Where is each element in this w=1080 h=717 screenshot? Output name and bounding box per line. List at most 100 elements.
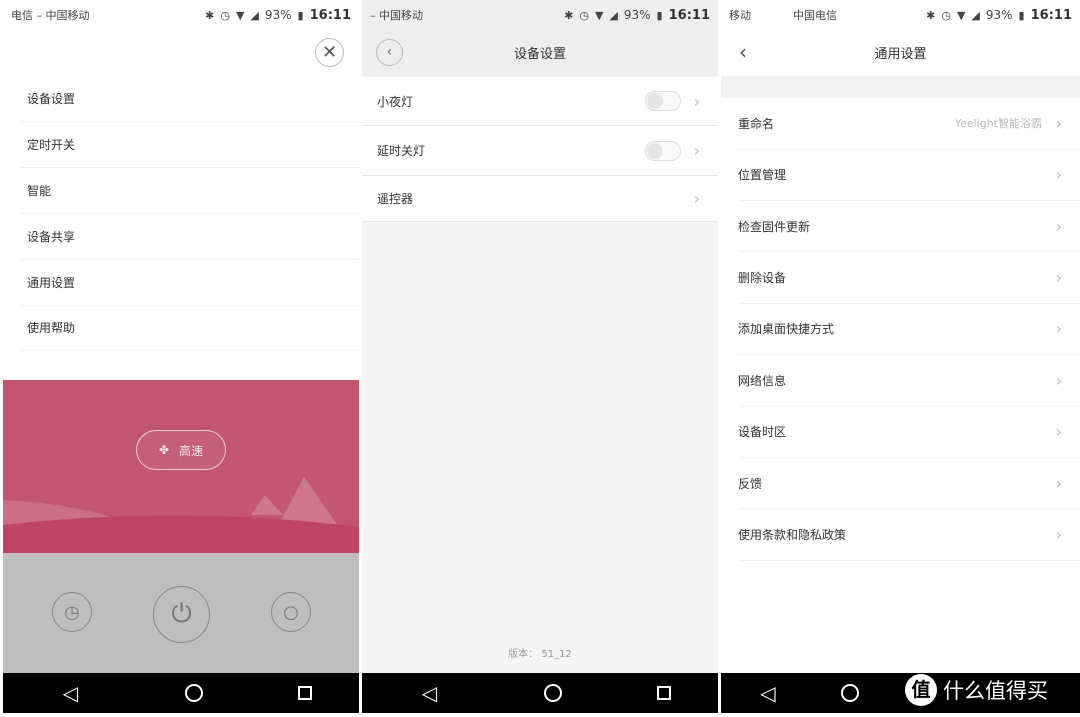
menu-label: 设备共享 xyxy=(27,230,76,244)
delay-off-toggle[interactable] xyxy=(645,140,681,161)
settings-row[interactable]: 位置管理 › xyxy=(738,149,1080,201)
carrier-label: – 中国移动 xyxy=(370,9,423,22)
wifi-icon: ▼ xyxy=(956,8,966,22)
row-label: 位置管理 xyxy=(738,168,787,183)
speed-label: 高速 xyxy=(179,443,204,458)
general-settings-screen: 移动 中国电信 ✱ ◷ ▼ ◢ 93% ▮ 16:11 ‹ 通用设置 重命名 Ye… xyxy=(721,0,1080,713)
page-title: 通用设置 xyxy=(874,47,927,62)
fan-speed-button[interactable]: ✤ 高速 xyxy=(136,430,226,470)
battery-percent: 93% xyxy=(623,8,651,22)
menu-label: 智能 xyxy=(27,184,52,198)
timer-button[interactable]: ◷ xyxy=(52,592,92,632)
close-button[interactable]: ✕ xyxy=(315,38,344,67)
alarm-icon: ◷ xyxy=(941,8,951,22)
section-divider xyxy=(721,76,1080,98)
alarm-icon: ◷ xyxy=(579,8,589,22)
back-nav-icon[interactable]: ◁ xyxy=(748,681,788,705)
version-label: 版本： 51_12 xyxy=(508,649,572,660)
row-delay-off[interactable]: 延时关灯 › xyxy=(362,126,718,176)
fan-icon: ✤ xyxy=(158,443,170,457)
bluetooth-icon: ✱ xyxy=(564,8,574,22)
settings-row[interactable]: 反馈 › xyxy=(738,458,1080,510)
recents-nav-icon[interactable] xyxy=(297,686,312,700)
clock-icon: ◷ xyxy=(64,601,80,623)
wifi-icon: ▼ xyxy=(235,8,245,22)
carrier-label: 中国电信 xyxy=(793,9,837,22)
row-remote[interactable]: 遥控器 › xyxy=(362,176,718,222)
alarm-icon: ◷ xyxy=(220,8,230,22)
home-nav-icon[interactable] xyxy=(543,684,562,702)
row-label: 反馈 xyxy=(738,476,763,491)
signal-icon: ◢ xyxy=(971,8,980,22)
device-menu-screen: 电信 – 中国移动 ✱ ◷ ▼ ◢ 93% ▮ 16:11 ✕ 设备设置 定时开… xyxy=(3,0,359,713)
settings-row[interactable]: 设备时区 › xyxy=(738,406,1080,458)
watermark-logo: 值 xyxy=(905,674,937,706)
menu-item-share[interactable]: 设备共享 xyxy=(21,214,359,260)
watermark-text: 什么值得买 xyxy=(943,679,1048,703)
light-button[interactable]: ○ xyxy=(271,592,311,632)
clock: 16:11 xyxy=(1030,7,1072,23)
chevron-right-icon: › xyxy=(1055,267,1062,287)
menu-label: 通用设置 xyxy=(27,276,76,290)
page-title: 设备设置 xyxy=(513,47,566,62)
device-settings-screen: – 中国移动 ✱ ◷ ▼ ◢ 93% ▮ 16:11 ‹ 设备设置 小夜灯 › … xyxy=(362,0,718,713)
settings-row[interactable]: 删除设备 › xyxy=(738,252,1080,304)
menu-item-smart[interactable]: 智能 xyxy=(21,168,359,214)
row-label: 检查固件更新 xyxy=(738,219,811,234)
row-value: Yeelight智能浴霸 xyxy=(954,117,1042,131)
power-button[interactable]: ⏻ xyxy=(153,586,210,643)
chevron-right-icon: › xyxy=(1055,165,1062,185)
status-bar: 移动 中国电信 ✱ ◷ ▼ ◢ 93% ▮ 16:11 xyxy=(721,0,1080,30)
battery-icon: ▮ xyxy=(297,8,304,22)
settings-row[interactable]: 使用条款和隐私政策 › xyxy=(738,509,1080,561)
watermark: 值 什么值得买 xyxy=(905,674,1048,706)
chevron-right-icon: › xyxy=(1055,524,1062,544)
back-nav-icon[interactable]: ◁ xyxy=(50,681,90,705)
night-light-toggle[interactable] xyxy=(645,91,681,111)
chevron-right-icon: › xyxy=(693,141,700,160)
carrier-label: 电信 – 中国移动 xyxy=(11,9,90,22)
home-nav-icon[interactable] xyxy=(184,684,203,702)
row-label: 删除设备 xyxy=(738,270,787,285)
row-night-light[interactable]: 小夜灯 › xyxy=(362,77,718,126)
chevron-right-icon: › xyxy=(1055,422,1062,442)
row-label: 添加桌面快捷方式 xyxy=(738,322,835,337)
signal-icon: ◢ xyxy=(250,8,259,22)
control-bar: ◷ ⏻ ○ xyxy=(3,553,359,673)
menu-item-help[interactable]: 使用帮助 xyxy=(21,305,359,351)
settings-row[interactable]: 添加桌面快捷方式 › xyxy=(738,304,1080,356)
menu-label: 设备设置 xyxy=(27,92,76,106)
chevron-right-icon: › xyxy=(1055,370,1062,390)
row-label: 延时关灯 xyxy=(377,144,426,158)
row-label: 小夜灯 xyxy=(377,94,414,109)
signal-icon: ◢ xyxy=(609,8,618,22)
back-nav-icon[interactable]: ◁ xyxy=(409,681,449,705)
menu-item-general[interactable]: 通用设置 xyxy=(21,260,359,306)
close-icon: ✕ xyxy=(321,42,338,63)
power-icon: ⏻ xyxy=(171,599,192,629)
chevron-right-icon: › xyxy=(1055,113,1062,133)
recents-nav-icon[interactable] xyxy=(656,686,671,700)
chevron-right-icon: › xyxy=(1055,473,1062,493)
battery-percent: 93% xyxy=(985,8,1013,22)
bulb-icon: ○ xyxy=(283,601,299,623)
settings-row[interactable]: 检查固件更新 › xyxy=(738,201,1080,253)
settings-row[interactable]: 重命名 Yeelight智能浴霸 › xyxy=(738,98,1080,150)
home-nav-icon[interactable] xyxy=(841,684,860,702)
battery-icon: ▮ xyxy=(1018,8,1025,22)
menu-item-timer[interactable]: 定时开关 xyxy=(21,122,359,168)
clock: 16:11 xyxy=(309,7,351,23)
chevron-right-icon: › xyxy=(1055,216,1062,236)
status-bar: 电信 – 中国移动 ✱ ◷ ▼ ◢ 93% ▮ 16:11 xyxy=(3,0,359,30)
battery-icon: ▮ xyxy=(656,8,663,22)
menu-item-device-settings[interactable]: 设备设置 xyxy=(21,76,359,122)
chevron-right-icon: › xyxy=(1055,319,1062,339)
battery-percent: 93% xyxy=(264,8,292,22)
row-label: 遥控器 xyxy=(377,192,414,206)
row-label: 网络信息 xyxy=(738,373,787,388)
settings-row[interactable]: 网络信息 › xyxy=(738,355,1080,407)
nav-bar: ◁ xyxy=(362,673,718,713)
device-hero: ✤ 高速 xyxy=(3,380,359,553)
row-label: 设备时区 xyxy=(738,425,787,440)
status-bar: – 中国移动 ✱ ◷ ▼ ◢ 93% ▮ 16:11 xyxy=(362,0,718,30)
